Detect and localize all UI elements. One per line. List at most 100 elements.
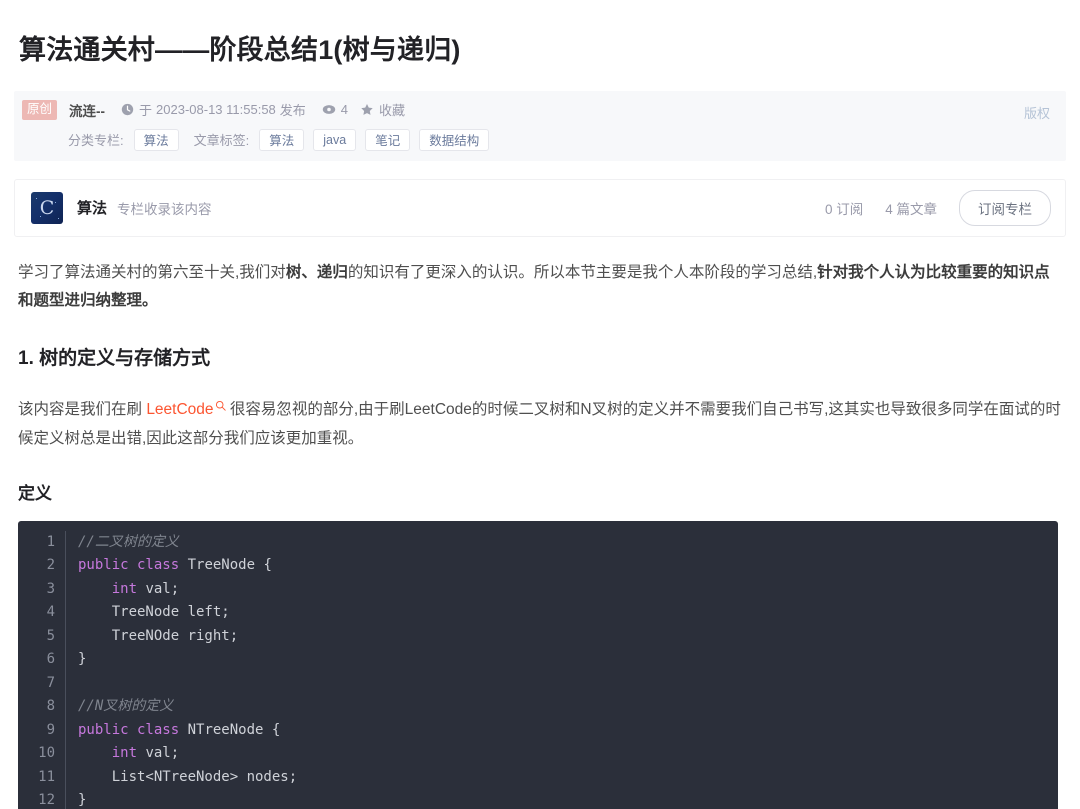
code-line-number: 1 [18, 530, 66, 555]
leetcode-link[interactable]: LeetCode [146, 393, 226, 425]
favorite-label: 收藏 [379, 103, 406, 119]
intro-text-1: 学习了算法通关村的第六至十关,我们对 [18, 263, 286, 281]
code-line-text: //N叉树的定义 [66, 695, 173, 719]
code-token: public class [78, 721, 180, 738]
code-token: val; [137, 745, 180, 762]
intro-bold-1: 树、递归 [285, 263, 348, 281]
copyright-link[interactable]: 版权 [1024, 103, 1050, 122]
code-token: } [78, 651, 87, 668]
code-token: TreeNode { [179, 557, 272, 574]
column-description: 专栏收录该内容 [117, 201, 212, 217]
search-icon [215, 393, 226, 422]
article-content: 学习了算法通关村的第六至十关,我们对树、递归的知识有了更深入的认识。所以本节主要… [14, 259, 1066, 809]
section-1-text-1: 该内容是我们在刷 [18, 401, 147, 419]
leetcode-link-label: LeetCode [146, 401, 214, 419]
article-tag[interactable]: 数据结构 [419, 128, 490, 151]
code-token: //N叉树的定义 [78, 698, 174, 715]
code-token: public class [78, 557, 180, 574]
code-line-number: 2 [18, 554, 66, 578]
code-line: 8 //N叉树的定义 [18, 695, 1058, 719]
star-icon [360, 103, 374, 117]
code-lines-container: 1//二叉树的定义 2 public class TreeNode {3 int v… [18, 530, 1058, 809]
section-heading-1: 1. 树的定义与存储方式 [18, 347, 211, 369]
status-badge-original: 原创 [22, 99, 58, 120]
subscriber-count: 0 订阅 [824, 201, 864, 217]
code-line: 9 public class NTreeNode { [18, 718, 1058, 743]
author-name[interactable]: 流连-- [69, 100, 105, 120]
category-label: 分类专栏: [68, 133, 124, 149]
article-tag[interactable]: 算法 [259, 128, 305, 151]
code-token: List<NTreeNode> nodes; [78, 768, 298, 785]
article-tag[interactable]: java [313, 128, 357, 151]
code-line-text: public class NTreeNode { [66, 719, 280, 743]
favorite-item[interactable]: 收藏 [360, 100, 405, 119]
code-line-text: public class TreeNode { [66, 554, 272, 578]
tags-label: 文章标签: [193, 133, 250, 149]
code-line-text: TreeNOde right; [66, 625, 238, 649]
column-name[interactable]: 算法 [77, 197, 107, 218]
subsection-heading-definition: 定义 [18, 483, 52, 503]
code-line-number: 5 [18, 624, 66, 649]
code-line-text: } [66, 648, 86, 672]
page-title: 算法通关村——阶段总结1(树与递归) [19, 35, 461, 66]
meta-primary-row: 原创 流连-- 于 2023-08-13 11:55:58 发布 4 收藏 版权 [22, 99, 1054, 121]
code-line-number: 9 [18, 718, 66, 743]
code-line-number: 6 [18, 648, 66, 672]
code-token: TreeNode left; [78, 604, 230, 621]
code-line-number: 8 [18, 695, 66, 719]
meta-tags-row: 分类专栏: 算法 文章标签: 算法 java 笔记 数据结构 [22, 128, 1054, 151]
publish-time-item: 于 2023-08-13 11:55:58 发布 [121, 100, 310, 119]
code-line: 5 TreeNOde right; [18, 624, 1058, 649]
code-line-text: List<NTreeNode> nodes; [66, 766, 297, 790]
code-token: } [78, 792, 87, 809]
article-tag[interactable]: 笔记 [365, 128, 411, 151]
code-line-number: 4 [18, 601, 66, 625]
article-count: 4 篇文章 [885, 201, 937, 217]
column-logo-icon: C [31, 191, 63, 224]
code-line: 3 int val; [18, 577, 1058, 602]
view-count-value: 4 [340, 102, 349, 118]
column-logo-letter: C [39, 196, 55, 219]
publish-suffix: 发布 [279, 103, 306, 119]
code-line: 7 [18, 671, 1058, 696]
code-line-number: 10 [18, 742, 66, 766]
code-line: 6} [18, 648, 1058, 672]
column-card[interactable]: C 算法 专栏收录该内容 0 订阅 4 篇文章 订阅专栏 [14, 178, 1066, 237]
code-line-text: //二叉树的定义 [66, 531, 179, 555]
code-token: NTreeNode { [179, 721, 281, 738]
subscribe-button[interactable]: 订阅专栏 [959, 189, 1051, 226]
view-count-item: 4 [322, 102, 348, 117]
code-token: //二叉树的定义 [78, 533, 179, 550]
code-token: val; [137, 580, 180, 597]
clock-icon [121, 103, 134, 116]
code-line-number: 11 [18, 765, 66, 790]
code-token: int [111, 745, 138, 762]
code-line: 1 //二叉树的定义 [18, 530, 1058, 555]
article-page: 算法通关村——阶段总结1(树与递归) 原创 流连-- 于 2023-08-13 … [0, 18, 1080, 809]
code-line: 4 TreeNode left; [18, 601, 1058, 625]
code-block[interactable]: 1//二叉树的定义 2 public class TreeNode {3 int v… [18, 520, 1058, 809]
code-line-number: 3 [18, 577, 66, 602]
code-line: 12} [18, 789, 1058, 809]
publish-prefix: 于 [139, 103, 153, 119]
code-line-text: } [66, 789, 86, 809]
article-meta-bar: 原创 流连-- 于 2023-08-13 11:55:58 发布 4 收藏 版权… [14, 90, 1066, 161]
intro-paragraph: 学习了算法通关村的第六至十关,我们对树、递归的知识有了更深入的认识。所以本节主要… [18, 259, 1062, 316]
code-line-number: 12 [18, 789, 66, 809]
code-line-text: int val; [66, 578, 179, 602]
code-token: int [111, 580, 138, 597]
intro-text-2: 的知识有了更深入的认识。所以本节主要是我个人本阶段的学习总结, [347, 263, 818, 281]
column-card-actions: 0 订阅 4 篇文章 订阅专栏 [824, 189, 1051, 226]
code-line: 10 int val; [18, 742, 1058, 766]
code-line: 11 List<NTreeNode> nodes; [18, 765, 1058, 790]
code-line-number: 7 [18, 671, 66, 696]
section-1-paragraph: 该内容是我们在刷 LeetCode 很容易忽视的部分,由于刷LeetCode的时… [18, 396, 1062, 453]
category-tag[interactable]: 算法 [133, 128, 179, 151]
code-line: 2 public class TreeNode { [18, 554, 1058, 578]
publish-timestamp: 2023-08-13 11:55:58 [156, 102, 276, 118]
code-line-text: int val; [66, 742, 179, 766]
eye-icon [322, 103, 336, 116]
code-token: TreeNOde right; [78, 627, 239, 644]
